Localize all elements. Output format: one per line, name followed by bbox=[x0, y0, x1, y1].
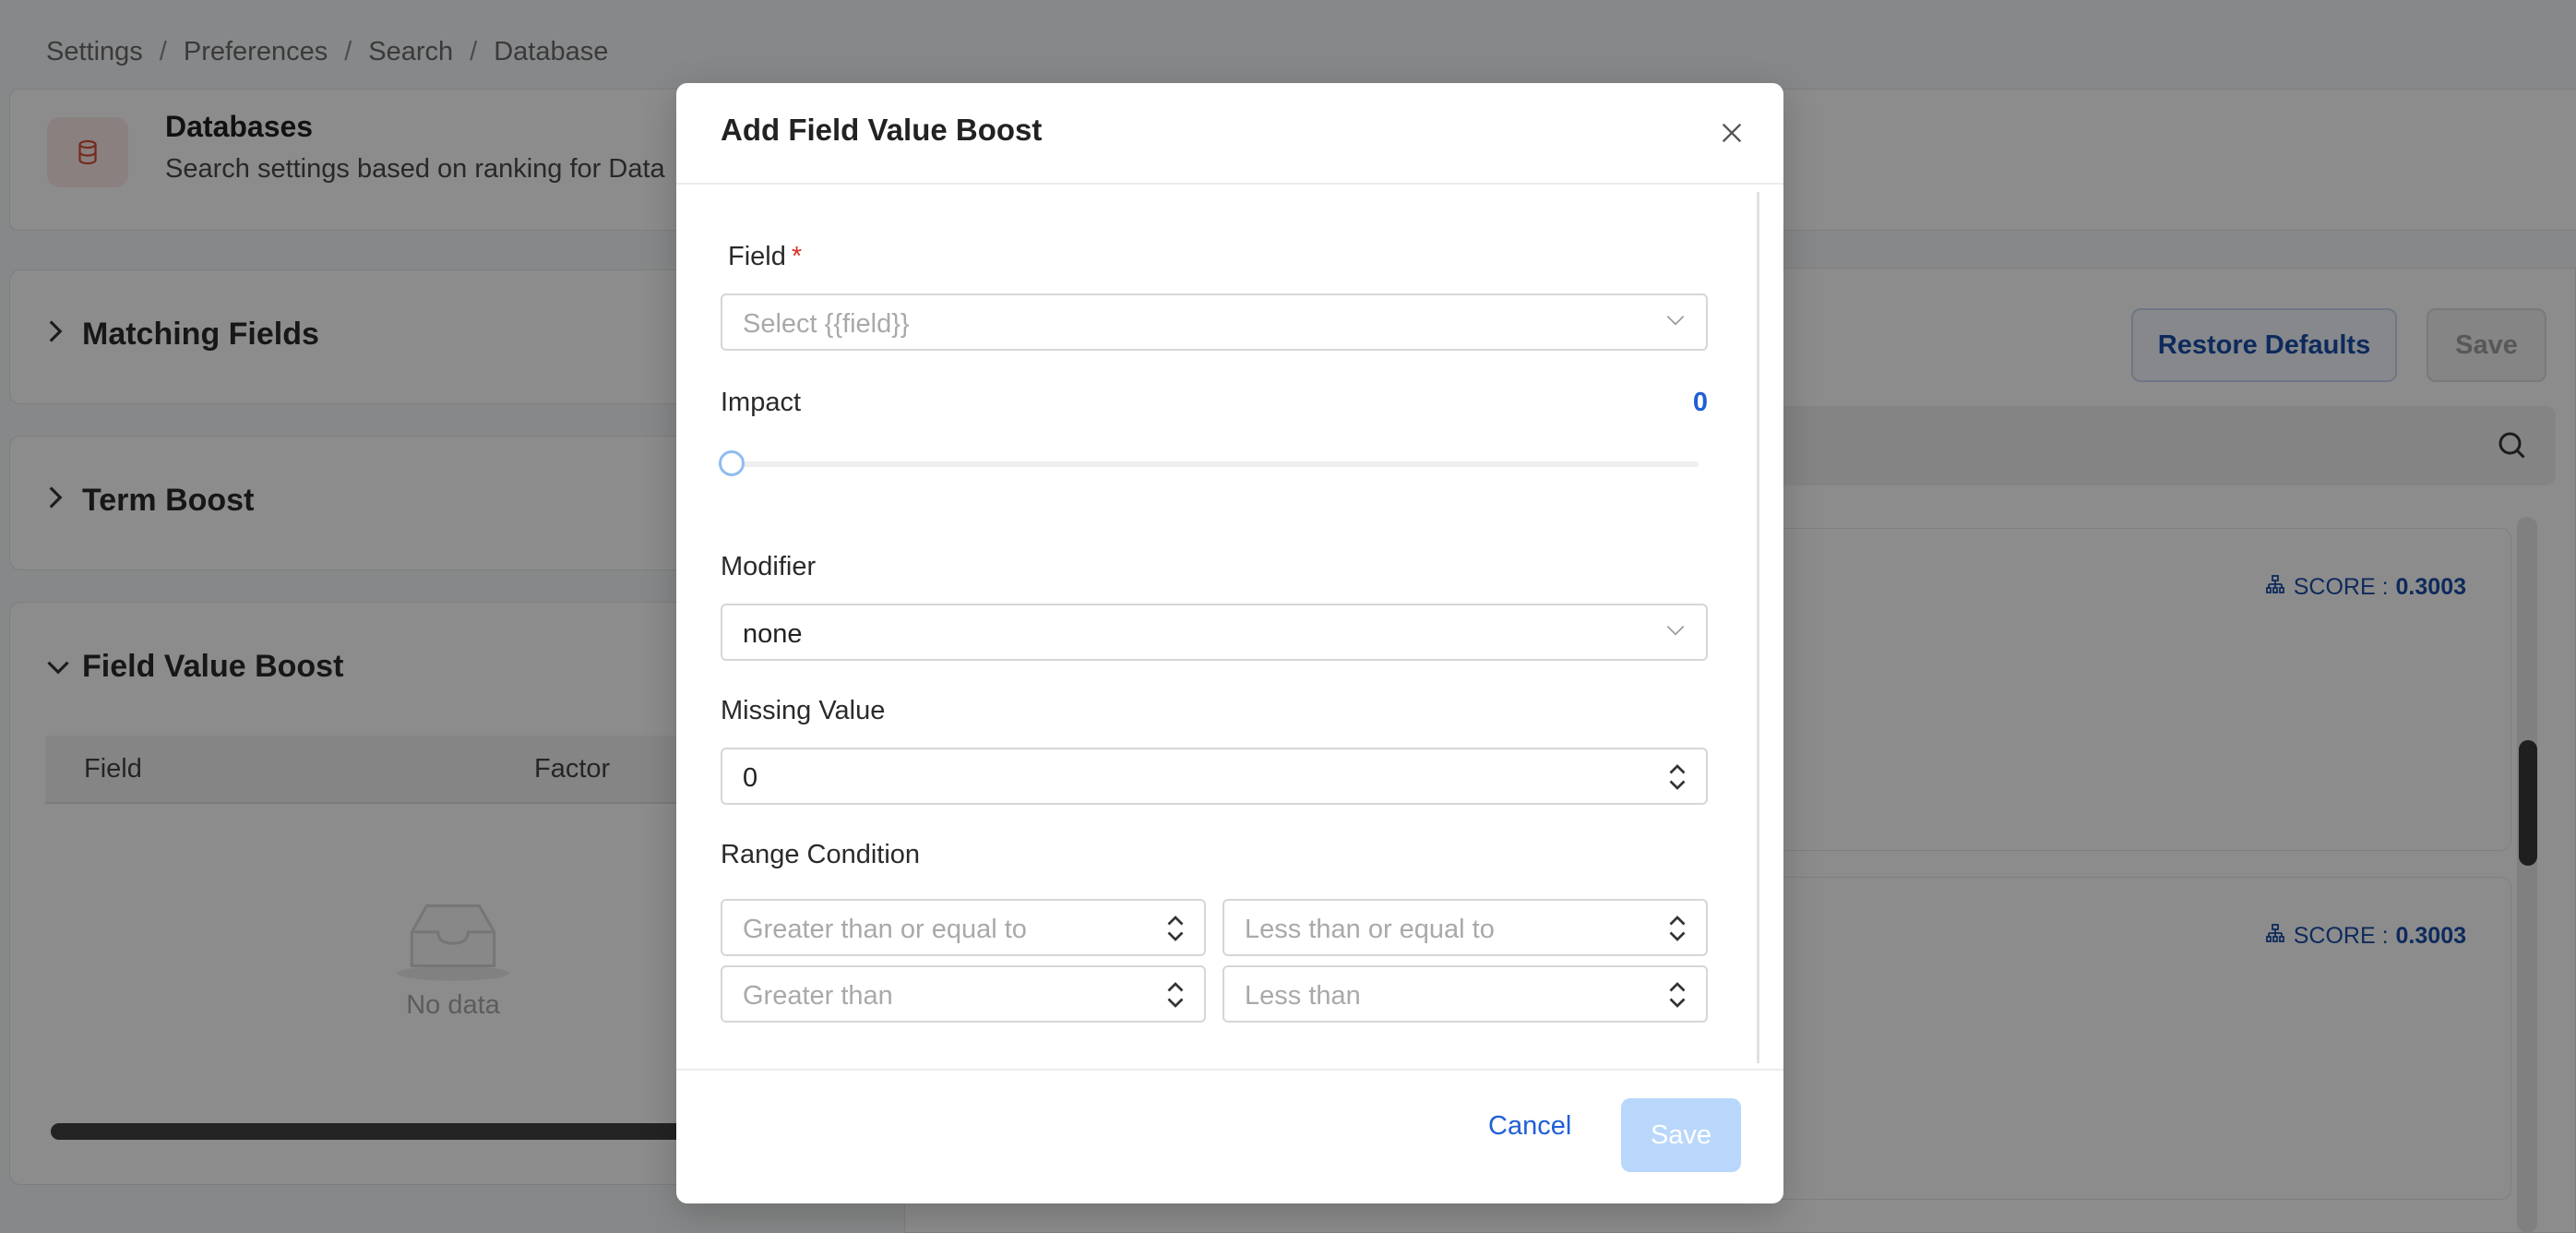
modal-scrollbar[interactable] bbox=[1757, 192, 1759, 1063]
modifier-select[interactable]: none bbox=[721, 604, 1708, 661]
impact-slider-handle[interactable] bbox=[719, 450, 745, 476]
number-stepper-icon[interactable] bbox=[1163, 978, 1187, 1016]
field-label-text: Field bbox=[728, 242, 786, 271]
less-than-input[interactable]: Less than bbox=[1222, 965, 1708, 1023]
less-than-or-equal-input[interactable]: Less than or equal to bbox=[1222, 899, 1708, 956]
modal-footer bbox=[676, 1069, 1783, 1203]
modifier-label: Modifier bbox=[721, 552, 817, 581]
gt-placeholder: Greater than bbox=[743, 981, 893, 1011]
missing-value-input[interactable]: 0 bbox=[721, 748, 1708, 805]
cancel-button[interactable]: Cancel bbox=[1470, 1100, 1590, 1153]
range-condition-label: Range Condition bbox=[721, 840, 921, 869]
field-select[interactable]: Select {{field}} bbox=[721, 293, 1708, 351]
number-stepper-icon[interactable] bbox=[1665, 912, 1689, 950]
lt-placeholder: Less than bbox=[1245, 981, 1361, 1011]
number-stepper-icon[interactable] bbox=[1665, 760, 1689, 798]
required-marker: * bbox=[791, 242, 803, 271]
chevron-down-icon bbox=[1664, 308, 1688, 337]
modal-header: Add Field Value Boost bbox=[676, 83, 1783, 185]
impact-value: 0 bbox=[1692, 388, 1708, 417]
field-select-placeholder: Select {{field}} bbox=[743, 309, 910, 339]
missing-value-input-value: 0 bbox=[743, 763, 758, 793]
close-icon[interactable] bbox=[1711, 113, 1752, 153]
impact-label: Impact bbox=[721, 388, 802, 417]
greater-than-or-equal-input[interactable]: Greater than or equal to bbox=[721, 899, 1206, 956]
modifier-select-value: none bbox=[743, 619, 803, 649]
greater-than-input[interactable]: Greater than bbox=[721, 965, 1206, 1023]
gte-placeholder: Greater than or equal to bbox=[743, 915, 1027, 944]
missing-value-label: Missing Value bbox=[721, 696, 886, 725]
chevron-down-icon bbox=[1664, 618, 1688, 647]
number-stepper-icon[interactable] bbox=[1665, 978, 1689, 1016]
field-label: Field * bbox=[728, 242, 802, 272]
modal-title: Add Field Value Boost bbox=[721, 113, 1043, 147]
number-stepper-icon[interactable] bbox=[1163, 912, 1187, 950]
lte-placeholder: Less than or equal to bbox=[1245, 915, 1495, 944]
add-field-value-boost-modal: Add Field Value Boost Field * Select {{fi… bbox=[676, 83, 1783, 1203]
impact-slider-track[interactable] bbox=[721, 461, 1699, 467]
save-button[interactable]: Save bbox=[1621, 1098, 1741, 1172]
